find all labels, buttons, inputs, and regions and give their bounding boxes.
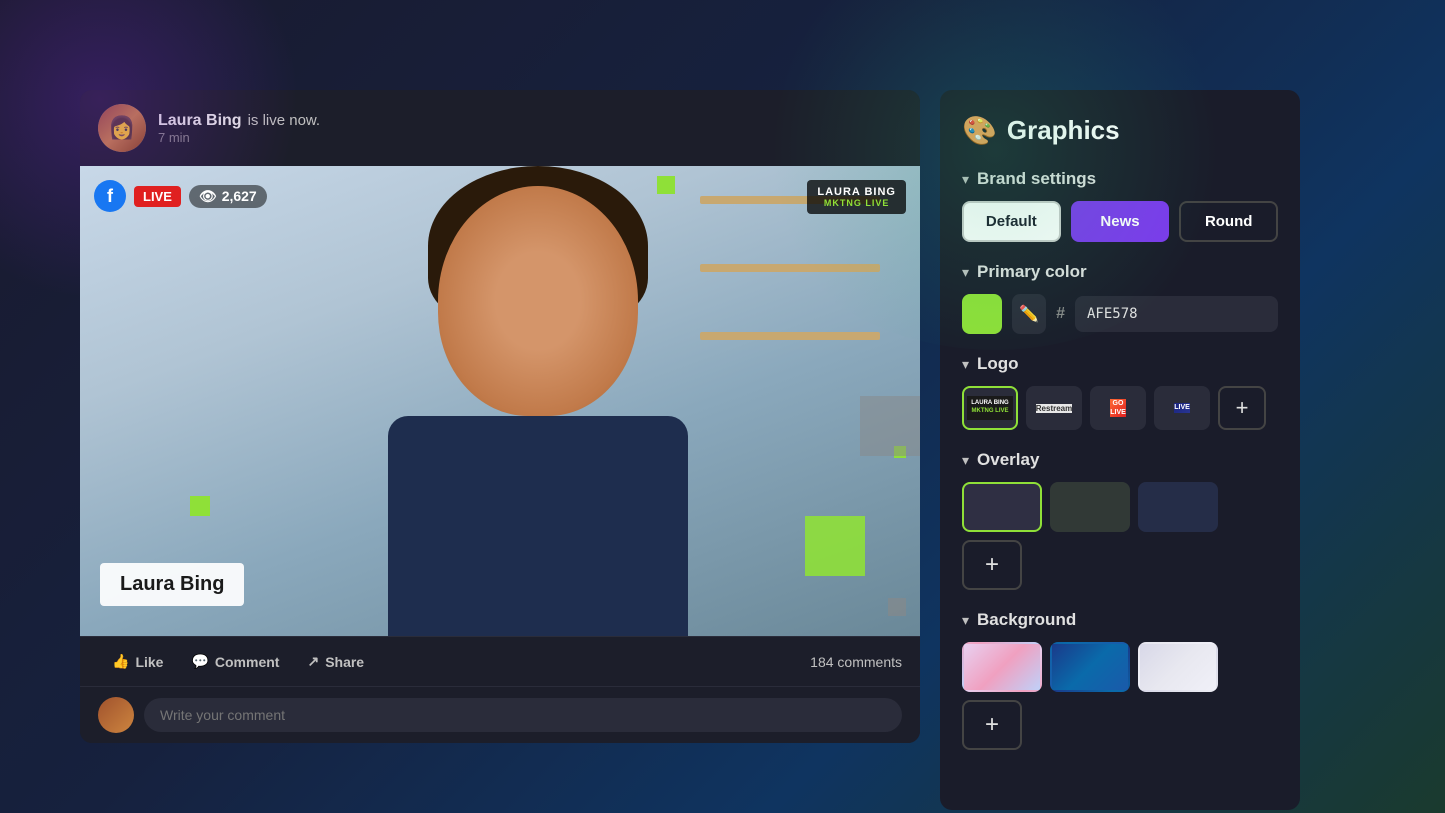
eyedropper-icon: ✏️	[1019, 304, 1039, 324]
logo-chevron-icon: ▾	[962, 356, 969, 373]
graphics-title: 🎨 Graphics	[962, 114, 1278, 147]
background-title: Background	[977, 610, 1076, 630]
brand-btn-default[interactable]: Default	[962, 201, 1061, 242]
bg-item-2[interactable]	[1050, 642, 1130, 692]
logo-header[interactable]: ▾ Logo	[962, 354, 1278, 374]
overlay-chevron-icon: ▾	[962, 452, 969, 469]
live-bar: f LIVE 👁 2,627	[94, 180, 267, 212]
logo-4: LIVE	[1174, 403, 1190, 412]
color-chevron-icon: ▾	[962, 264, 969, 281]
brand-settings-title: Brand settings	[977, 169, 1096, 189]
overlay-title: Overlay	[977, 450, 1039, 470]
user-info: Laura Bing is live now. 7 min	[158, 112, 320, 145]
username-line: Laura Bing is live now.	[158, 112, 320, 130]
logo-item-4[interactable]: LIVE	[1154, 386, 1210, 430]
deco-green-3	[190, 496, 210, 516]
brand-btn-round[interactable]: Round	[1179, 201, 1278, 242]
palette-icon: 🎨	[962, 114, 997, 147]
commenter-avatar	[98, 697, 134, 733]
fb-actions-bar: 👍 Like 💬 Comment ↗ Share 184 comments	[80, 636, 920, 687]
logo-item-1[interactable]: LAURA BINGMKTNG LIVE	[962, 386, 1018, 430]
post-time: 7 min	[158, 130, 320, 145]
brand-buttons-group: Default News Round	[962, 201, 1278, 242]
primary-color-section: ▾ Primary color ✏️ #	[962, 262, 1278, 334]
share-button[interactable]: ↗ Share	[293, 645, 378, 678]
overlay-item-2[interactable]	[1050, 482, 1130, 532]
logo-gl: GOLIVE	[1110, 399, 1126, 417]
color-swatch[interactable]	[962, 294, 1002, 334]
share-icon: ↗	[307, 653, 319, 670]
brand-settings-header[interactable]: ▾ Brand settings	[962, 169, 1278, 189]
graphics-heading: Graphics	[1007, 115, 1120, 146]
brand-btn-news[interactable]: News	[1071, 201, 1170, 242]
comment-area	[80, 687, 920, 743]
share-label: Share	[325, 654, 364, 670]
color-row: ✏️ #	[962, 294, 1278, 334]
like-icon: 👍	[112, 653, 129, 670]
color-input[interactable]	[1075, 296, 1278, 332]
comment-icon: 💬	[191, 653, 208, 670]
bg-item-1[interactable]	[962, 642, 1042, 692]
main-layout: 👩 Laura Bing is live now. 7 min	[0, 0, 1445, 813]
primary-color-title: Primary color	[977, 262, 1087, 282]
brand-settings-section: ▾ Brand settings Default News Round	[962, 169, 1278, 242]
logo-title: Logo	[977, 354, 1019, 374]
background-grid: +	[962, 642, 1278, 750]
bg-item-3[interactable]	[1138, 642, 1218, 692]
logo-grid: LAURA BINGMKTNG LIVE Restream GOLIVE LIV…	[962, 386, 1278, 430]
facebook-panel: 👩 Laura Bing is live now. 7 min	[80, 90, 920, 743]
watermark-name: LAURA BING	[817, 186, 896, 198]
name-banner-text: Laura Bing	[120, 573, 224, 595]
like-label: Like	[135, 654, 163, 670]
avatar-image: 👩	[98, 104, 146, 152]
fb-post-header: 👩 Laura Bing is live now. 7 min	[80, 90, 920, 166]
viewer-number: 2,627	[222, 188, 257, 204]
live-badge: LIVE	[134, 186, 181, 207]
eyedropper-button[interactable]: ✏️	[1012, 294, 1046, 334]
background-chevron-icon: ▾	[962, 612, 969, 629]
logo-item-2[interactable]: Restream	[1026, 386, 1082, 430]
deco-gray-3	[888, 598, 906, 616]
face	[438, 186, 638, 416]
overlay-item-3[interactable]	[1138, 482, 1218, 532]
like-button[interactable]: 👍 Like	[98, 645, 177, 678]
deco-green-1	[657, 176, 675, 194]
facebook-icon: f	[94, 180, 126, 212]
watermark-sub: MKTNG LIVE	[817, 198, 896, 208]
logo-rs: Restream	[1036, 404, 1072, 413]
add-overlay-button[interactable]: +	[962, 540, 1022, 590]
comment-input[interactable]	[144, 698, 902, 732]
body	[388, 416, 688, 636]
eye-icon: 👁	[199, 188, 217, 205]
add-background-button[interactable]: +	[962, 700, 1022, 750]
deco-green-4	[805, 516, 865, 576]
logo-lb: LAURA BINGMKTNG LIVE	[967, 396, 1012, 420]
primary-color-header[interactable]: ▾ Primary color	[962, 262, 1278, 282]
comment-button[interactable]: 💬 Comment	[177, 645, 293, 678]
avatar: 👩	[98, 104, 146, 152]
add-logo-button[interactable]: +	[1218, 386, 1266, 430]
presenter-figure	[348, 166, 728, 636]
hash-symbol: #	[1056, 305, 1065, 323]
viewer-count: 👁 2,627	[189, 185, 267, 208]
comment-label: Comment	[215, 654, 280, 670]
watermark: LAURA BING MKTNG LIVE	[807, 180, 906, 214]
video-player[interactable]: f LIVE 👁 2,627 LAURA BING MKTNG LIVE Lau…	[80, 166, 920, 636]
overlay-grid: +	[962, 482, 1278, 590]
name-banner: Laura Bing	[100, 563, 244, 606]
overlay-header[interactable]: ▾ Overlay	[962, 450, 1278, 470]
background-section: ▾ Background +	[962, 610, 1278, 750]
overlay-section: ▾ Overlay +	[962, 450, 1278, 590]
username: Laura Bing	[158, 112, 242, 130]
brand-chevron-icon: ▾	[962, 171, 969, 188]
comment-count: 184 comments	[810, 654, 902, 670]
overlay-item-1[interactable]	[962, 482, 1042, 532]
logo-item-3[interactable]: GOLIVE	[1090, 386, 1146, 430]
deco-gray-1	[860, 396, 920, 456]
background-header[interactable]: ▾ Background	[962, 610, 1278, 630]
logo-section: ▾ Logo LAURA BINGMKTNG LIVE Restream GOL…	[962, 354, 1278, 430]
live-status: is live now.	[248, 112, 321, 129]
graphics-panel: 🎨 Graphics ▾ Brand settings Default News…	[940, 90, 1300, 810]
